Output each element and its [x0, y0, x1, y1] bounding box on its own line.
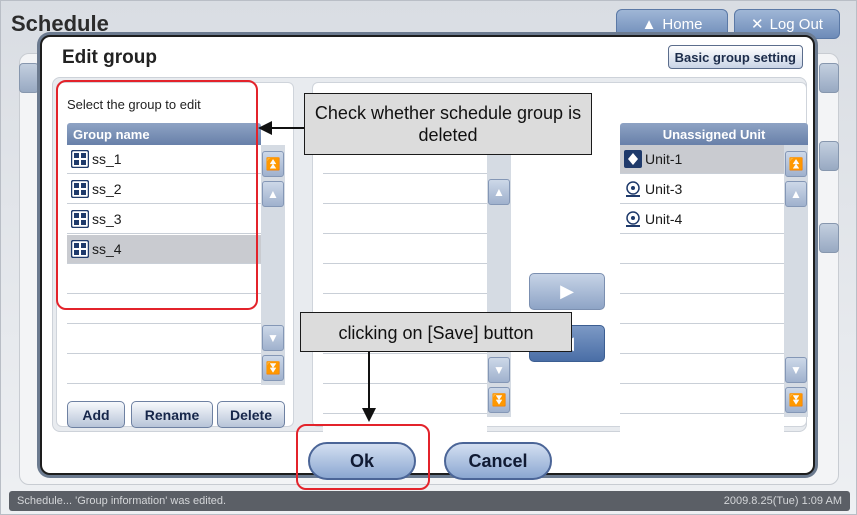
group-row-empty: [67, 355, 261, 384]
chevron-down-icon[interactable]: ▼: [262, 325, 284, 351]
double-chevron-down-icon[interactable]: ⏬: [785, 387, 807, 413]
group-scrollbar[interactable]: ⏫ ▲ ▼ ⏬: [261, 145, 285, 385]
unit-name: Unit-1: [645, 151, 683, 167]
unit-row-empty: [620, 355, 784, 384]
unit-row-empty: [620, 325, 784, 354]
double-chevron-down-icon[interactable]: ⏬: [488, 387, 510, 413]
basic-group-setting-button[interactable]: Basic group setting: [667, 45, 803, 69]
assigned-row-empty: [323, 265, 487, 294]
callout-check-deleted: Check whether schedule group is deleted: [304, 93, 592, 155]
status-timestamp: 2009.8.25(Tue) 1:09 AM: [723, 495, 842, 507]
side-tab-right-3[interactable]: [819, 223, 839, 253]
callout-save-button: clicking on [Save] button: [300, 312, 572, 352]
close-icon: ✕: [751, 16, 764, 33]
assigned-row-empty: [323, 235, 487, 264]
group-list-highlight: [56, 80, 258, 310]
unit-row[interactable]: Unit-4: [620, 205, 784, 234]
callout-arrow-down-line: [368, 352, 370, 410]
unit-name: Unit-4: [645, 211, 683, 227]
delete-group-button[interactable]: Delete: [217, 401, 285, 428]
assigned-row-empty: [323, 205, 487, 234]
unit-row[interactable]: Unit-3: [620, 175, 784, 204]
arrow-down-icon: [362, 408, 376, 422]
group-row-empty: [67, 325, 261, 354]
callout-save-button-text: clicking on [Save] button: [338, 323, 534, 343]
unassigned-scrollbar[interactable]: ⏫ ▲ ▼ ⏬: [784, 145, 808, 417]
add-group-button[interactable]: Add: [67, 401, 125, 428]
cancel-button[interactable]: Cancel: [444, 442, 552, 480]
double-chevron-up-icon[interactable]: ⏫: [785, 151, 807, 177]
status-text: Schedule... 'Group information' was edit…: [17, 495, 227, 507]
unit-row-selected[interactable]: Unit-1: [620, 145, 784, 174]
ahu-unit-icon: [623, 209, 643, 229]
assign-unit-button[interactable]: ▶: [529, 273, 605, 310]
assigned-row-empty: [323, 175, 487, 204]
unit-row-empty: [620, 295, 784, 324]
side-tab-right-2[interactable]: [819, 141, 839, 171]
chevron-up-icon[interactable]: ▲: [262, 181, 284, 207]
unit-row-empty: [620, 265, 784, 294]
callout-check-deleted-text: Check whether schedule group is deleted: [314, 103, 582, 145]
chevron-down-icon[interactable]: ▼: [785, 357, 807, 383]
double-chevron-down-icon[interactable]: ⏬: [262, 355, 284, 381]
home-icon: ▲: [641, 15, 657, 33]
unit-name: Unit-3: [645, 181, 683, 197]
ok-button-highlight: [296, 424, 430, 490]
unassigned-unit-header: Unassigned Unit: [620, 123, 808, 145]
home-label: Home: [662, 15, 703, 33]
app-title: Schedule: [11, 11, 109, 36]
triangle-right-icon: ▶: [560, 281, 574, 301]
rename-group-button[interactable]: Rename: [131, 401, 213, 428]
dialog-title: Edit group: [62, 47, 157, 68]
logout-label: Log Out: [769, 15, 823, 33]
ahu-unit-icon: [623, 179, 643, 199]
callout-arrow-line: [272, 127, 304, 129]
chevron-down-icon[interactable]: ▼: [488, 357, 510, 383]
arrow-left-icon: [258, 121, 272, 135]
side-tab-left[interactable]: [19, 63, 39, 93]
assigned-row-empty: [323, 355, 487, 384]
side-tab-right-1[interactable]: [819, 63, 839, 93]
double-chevron-up-icon[interactable]: ⏫: [262, 151, 284, 177]
assigned-row-empty: [323, 385, 487, 414]
unit-row-empty: [620, 235, 784, 264]
unit-row-empty: [620, 385, 784, 414]
chevron-up-icon[interactable]: ▲: [488, 179, 510, 205]
unassigned-unit-header-label: Unassigned Unit: [662, 126, 766, 142]
unit-row-empty: [620, 415, 784, 444]
status-bar: Schedule... 'Group information' was edit…: [9, 491, 850, 511]
assigned-scrollbar[interactable]: ▲ ▼ ⏬: [487, 145, 511, 417]
indoor-unit-icon: [623, 149, 643, 169]
chevron-up-icon[interactable]: ▲: [785, 181, 807, 207]
